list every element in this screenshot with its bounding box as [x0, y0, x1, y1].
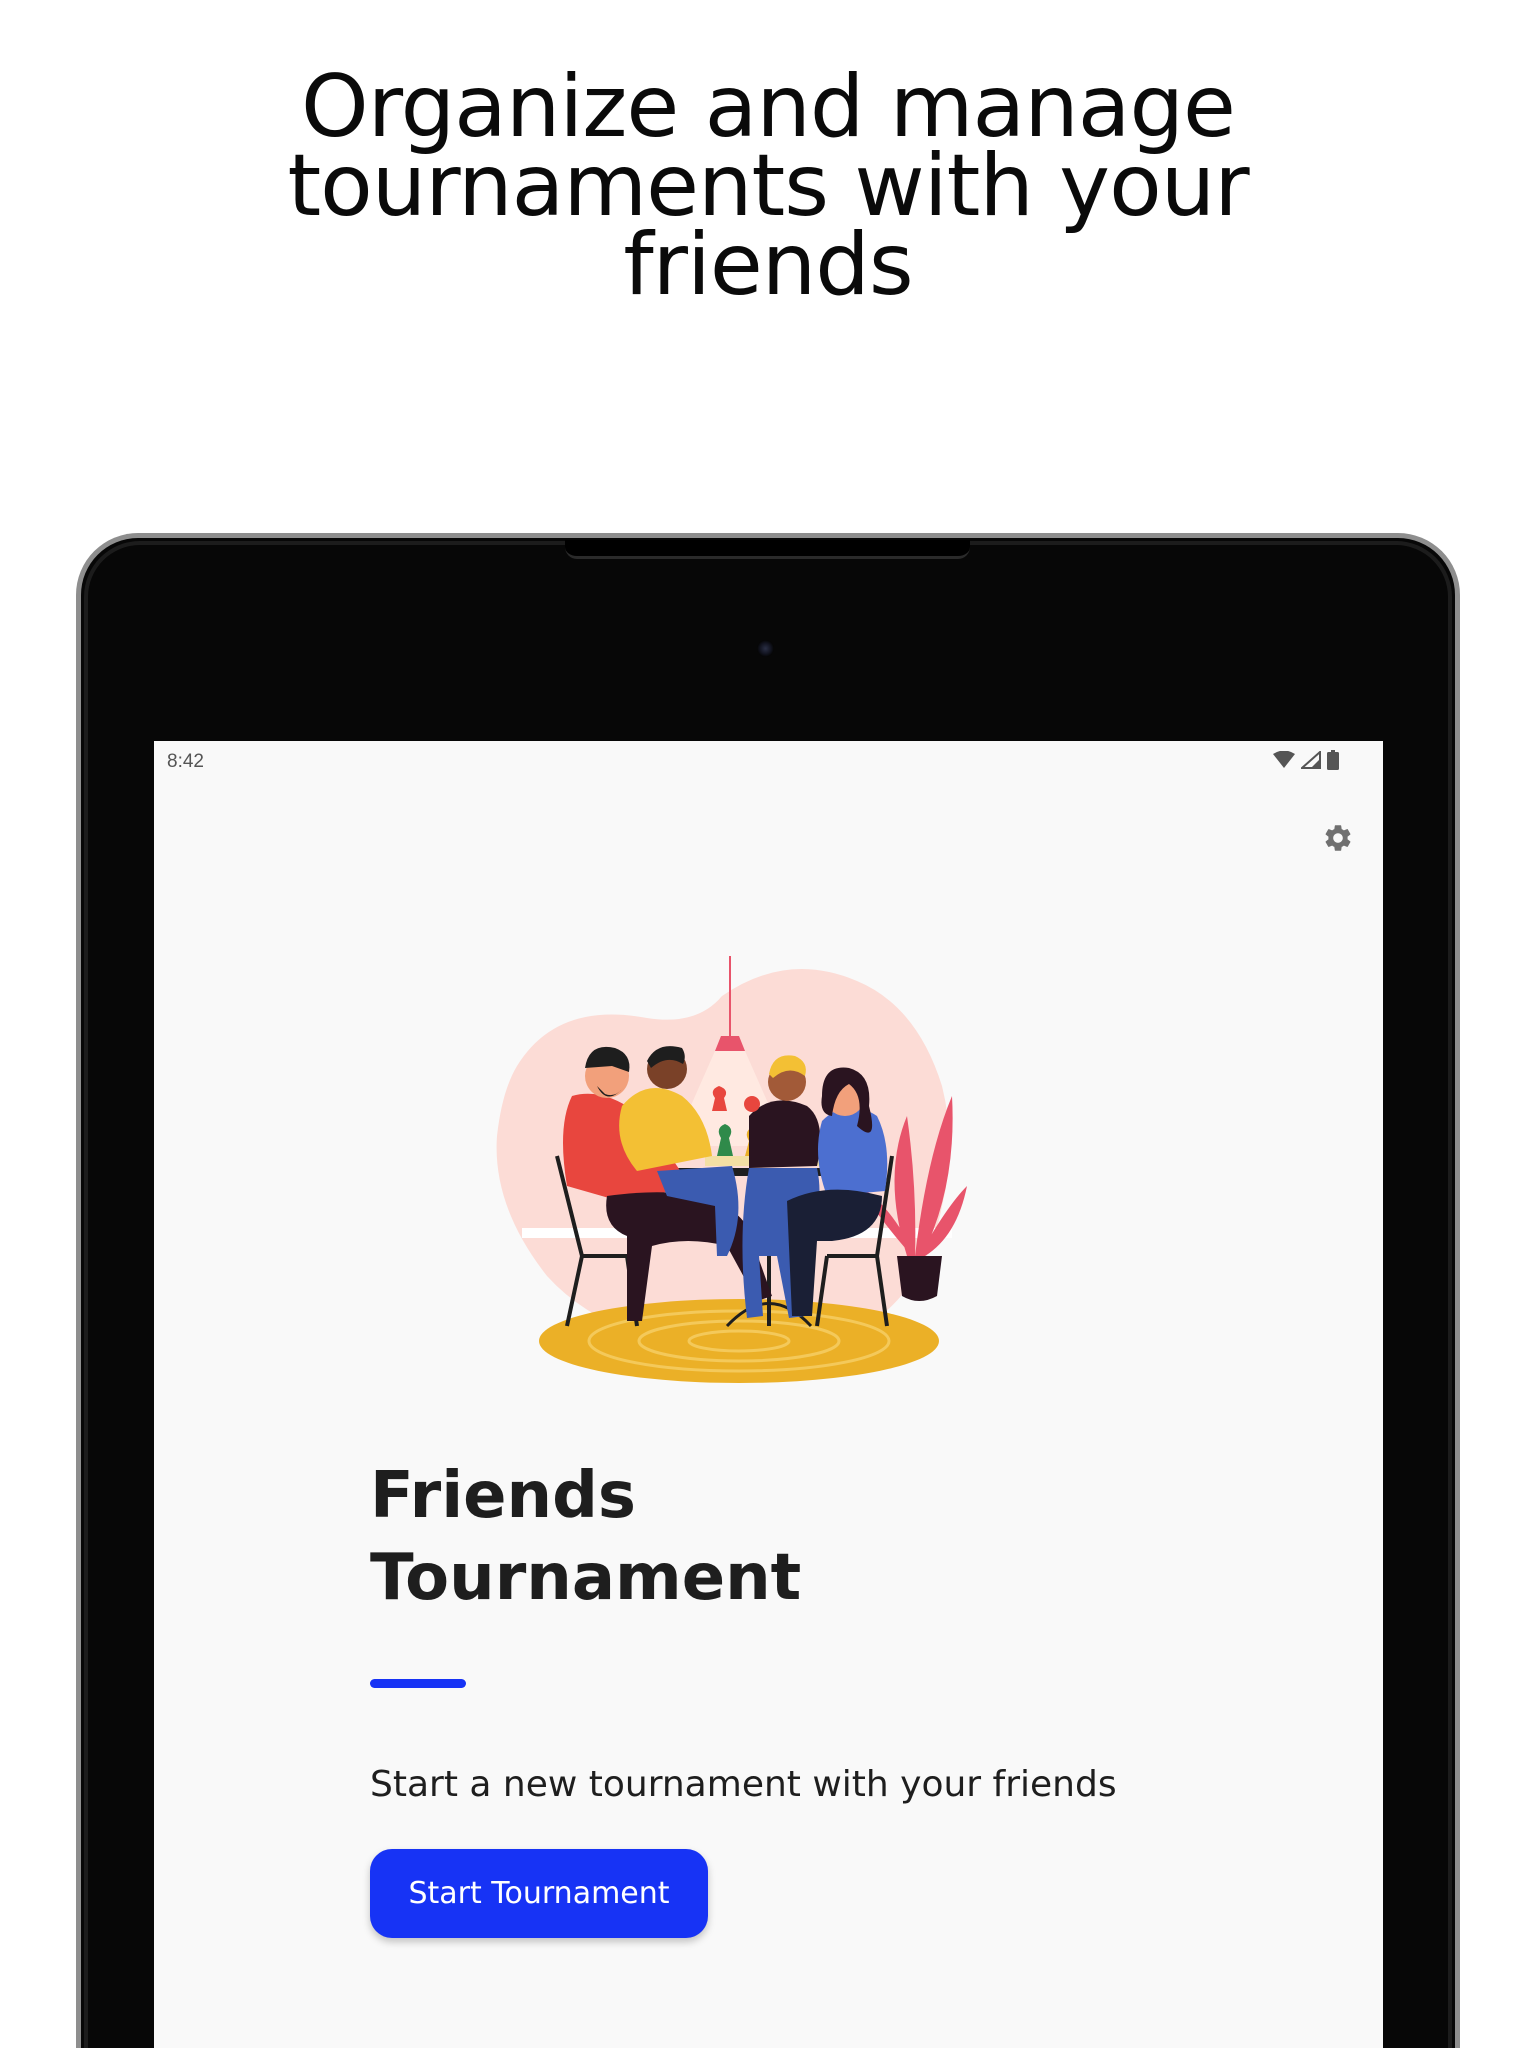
battery-icon [1327, 750, 1339, 770]
held-dice [744, 1096, 760, 1112]
woman-blue-body [818, 1107, 888, 1196]
subtitle: Start a new tournament with your friends [370, 1764, 1117, 1805]
friends-playing-board-game-illustration [496, 956, 967, 1383]
tablet-notch [565, 540, 970, 559]
cellular-signal-icon [1301, 751, 1321, 769]
status-icons [1273, 750, 1339, 770]
app-title-line-1: Friends [370, 1459, 636, 1533]
promo-headline-line-3: friends [623, 215, 913, 315]
title-divider [370, 1679, 466, 1688]
status-bar: 8:42 [154, 741, 1383, 781]
front-camera [757, 640, 774, 657]
settings-button[interactable] [1320, 820, 1356, 856]
promo-headline: Organize and manage tournaments with you… [0, 64, 1536, 315]
man-right-body [749, 1100, 821, 1168]
promo-page: Organize and manage tournaments with you… [0, 0, 1536, 2048]
app-title: Friends Tournament [370, 1455, 1170, 1619]
gear-icon [1325, 825, 1351, 851]
app-screen: 8:42 Friends Tournament Start a new tour… [154, 741, 1383, 2048]
app-title-line-2: Tournament [370, 1541, 802, 1615]
plant-pot [897, 1256, 942, 1301]
wifi-icon [1273, 751, 1295, 768]
status-time: 8:42 [167, 751, 204, 772]
start-tournament-button[interactable]: Start Tournament [370, 1849, 708, 1938]
